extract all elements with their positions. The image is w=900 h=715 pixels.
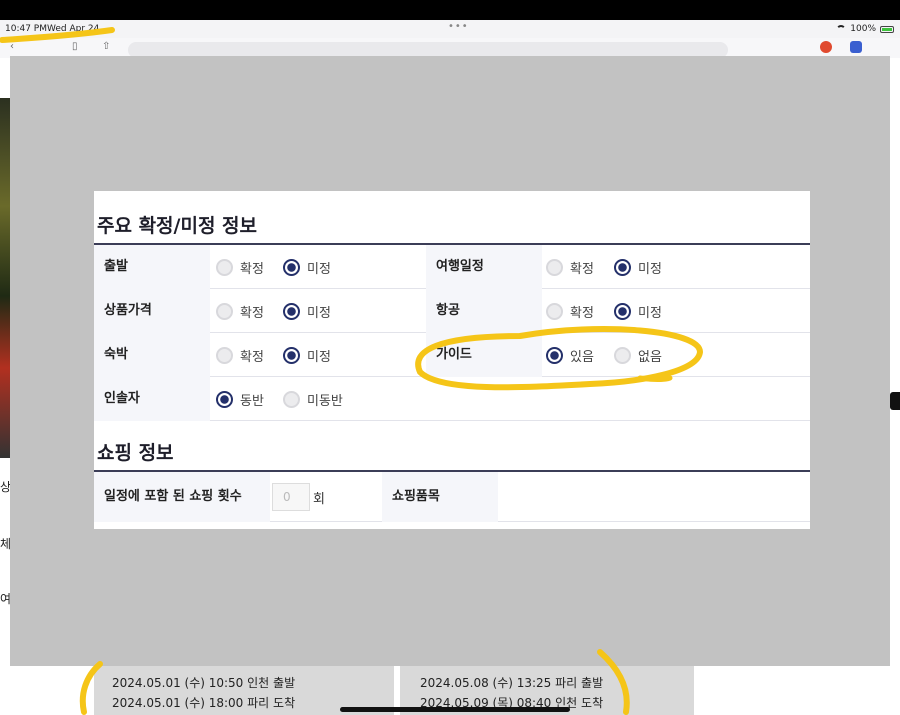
radio-itinerary-confirmed[interactable]: 확정 [546,258,594,277]
wifi-icon [836,25,847,33]
radio-flight-confirmed[interactable]: 확정 [546,302,594,321]
multitask-dots-icon[interactable]: ••• [448,21,469,32]
flight-outbound-depart: 2024.05.01 (수) 10:50 인천 출발 [112,676,296,690]
radio-icon [614,347,631,364]
flight-inbound-depart: 2024.05.08 (수) 13:25 파리 출발 [420,676,604,690]
radio-icon [546,303,563,320]
side-tab[interactable] [890,392,900,410]
info-row: 숙박 확정 미정 가이드 있음 없음 [94,333,810,377]
section-title-shopping: 쇼핑 정보 [97,442,174,464]
status-date: Wed Apr 24 [47,24,100,34]
row-label-hotel: 숙박 [94,333,210,377]
radio-flight-pending[interactable]: 미정 [614,302,662,321]
radio-departure-confirmed[interactable]: 확정 [216,258,264,277]
shopping-count-label: 일정에 포함 된 쇼핑 횟수 [94,472,270,522]
radio-icon [216,259,233,276]
radio-icon [546,259,563,276]
radio-icon [216,391,233,408]
radio-icon [283,303,300,320]
radio-icon [216,347,233,364]
info-row: 인솔자 동반 미동반 [94,377,810,421]
status-right: 100% [836,24,894,34]
extension-icon[interactable] [820,41,832,53]
radio-icon [614,259,631,276]
info-row: 출발 확정 미정 여행일정 확정 미정 [94,245,810,289]
row-label-price: 상품가격 [94,289,210,333]
radio-icon [283,391,300,408]
share-icon[interactable]: ⇧ [102,41,114,53]
section-title-status: 주요 확정/미정 정보 [97,215,258,237]
shopping-items-label: 쇼핑품목 [382,472,498,522]
radio-icon [283,259,300,276]
radio-guide-no[interactable]: 없음 [614,346,662,365]
info-row: 상품가격 확정 미정 항공 확정 미정 [94,289,810,333]
radio-hotel-pending[interactable]: 미정 [283,346,331,365]
radio-price-pending[interactable]: 미정 [283,302,331,321]
shopping-count-input[interactable]: 0 [272,483,310,511]
status-time: 10:47 PM [5,24,47,34]
radio-guide-yes[interactable]: 있음 [546,346,594,365]
radio-icon [216,303,233,320]
battery-icon [880,25,894,33]
extension-icon-2[interactable] [850,41,862,53]
browser-toolbar: ‹ ▯ ⇧ [0,38,900,58]
radio-icon [614,303,631,320]
radio-hotel-confirmed[interactable]: 확정 [216,346,264,365]
row-label-escort: 인솔자 [94,377,210,421]
row-label-guide: 가이드 [426,333,542,377]
radio-icon [546,347,563,364]
book-icon[interactable]: ▯ [72,41,84,53]
row-label-flight: 항공 [426,289,542,333]
radio-departure-pending[interactable]: 미정 [283,258,331,277]
shopping-row: 일정에 포함 된 쇼핑 횟수 0 회 쇼핑품목 [94,472,810,522]
row-label-departure: 출발 [94,245,210,289]
radio-icon [283,347,300,364]
info-modal: 주요 확정/미정 정보 출발 확정 미정 여행일정 확정 미정 상품가격 확정 … [94,191,810,529]
status-bar: 10:47 PM Wed Apr 24 ••• 100% [0,20,900,38]
shopping-count-unit: 회 [313,492,325,507]
radio-escort-none[interactable]: 미동반 [283,390,343,409]
radio-escort-accompanied[interactable]: 동반 [216,390,264,409]
row-label-itinerary: 여행일정 [426,245,542,289]
radio-itinerary-pending[interactable]: 미정 [614,258,662,277]
battery-percent: 100% [850,24,876,34]
home-indicator[interactable] [340,707,570,712]
top-black-strip [0,0,900,20]
radio-price-confirmed[interactable]: 확정 [216,302,264,321]
back-icon[interactable]: ‹ [10,41,22,53]
flight-outbound-arrive: 2024.05.01 (수) 18:00 파리 도착 [112,696,296,710]
